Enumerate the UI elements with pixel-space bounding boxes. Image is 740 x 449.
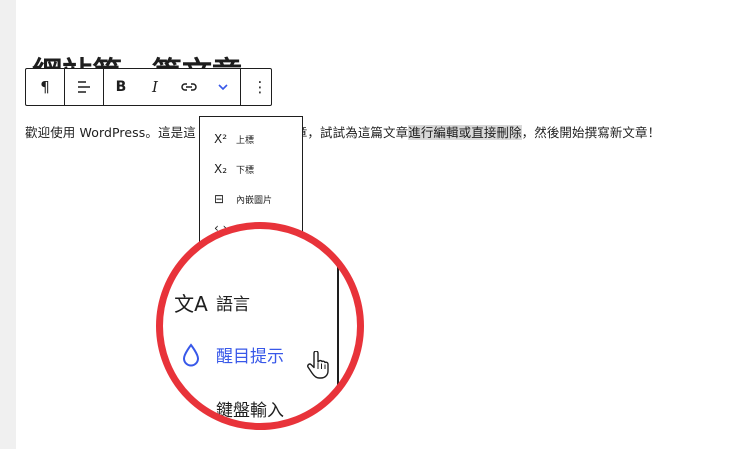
menu-item-subscript[interactable]: X₂ 下標 <box>214 162 254 176</box>
paragraph-selected-text[interactable]: 進行編輯或直接刪除 <box>408 125 522 140</box>
options-button[interactable]: ⋮ <box>241 69 279 105</box>
more-vertical-icon: ⋮ <box>252 78 268 96</box>
align-left-icon <box>78 81 90 93</box>
link-icon <box>181 83 197 91</box>
align-button[interactable] <box>65 69 103 105</box>
menu-item-highlight[interactable]: 醒目提示 <box>178 342 284 367</box>
toolbar-group-block-type: ¶ <box>26 69 65 105</box>
bold-icon: B <box>115 79 127 95</box>
zoom-magnifier: 註腳 文A 語言 醒目提示 ☐ 鍵盤輸入 <box>162 228 358 424</box>
block-toolbar: ¶ B I ⋮ <box>25 68 272 106</box>
superscript-icon: X² <box>214 132 228 146</box>
menu-item-inline-image[interactable]: ⊟ 內嵌圖片 <box>214 192 272 206</box>
link-button[interactable] <box>172 69 206 105</box>
italic-button[interactable]: I <box>138 69 172 105</box>
pilcrow-icon: ¶ <box>40 78 50 96</box>
hand-pointer-icon <box>307 351 329 379</box>
menu-item-label: 上標 <box>236 135 255 146</box>
subscript-icon: X₂ <box>214 162 228 176</box>
toolbar-group-options: ⋮ <box>241 69 279 105</box>
menu-item-footnote[interactable]: 註腳 <box>176 228 208 246</box>
toolbar-group-align <box>65 69 104 105</box>
droplet-icon <box>178 342 204 367</box>
toolbar-group-format: B I <box>104 69 241 105</box>
keyboard-icon: ☐ <box>182 396 200 421</box>
paragraph-block-button[interactable]: ¶ <box>26 69 64 105</box>
paragraph-text-after: ，然後開始撰寫新文章！ <box>521 125 661 140</box>
menu-item-keyboard-input[interactable]: ☐ 鍵盤輸入 <box>178 396 284 422</box>
menu-item-label: 下標 <box>236 165 255 176</box>
chevron-down-icon <box>218 84 228 91</box>
inline-image-icon: ⊟ <box>214 192 225 206</box>
menu-item-language[interactable]: 文A 語言 <box>174 288 250 317</box>
menu-item-label: 語言 <box>216 295 250 315</box>
language-icon: 文A <box>174 292 208 316</box>
menu-edge <box>337 228 339 424</box>
menu-item-label: 鍵盤輸入 <box>216 401 284 421</box>
paragraph-text-before: 歡迎使用 WordPress。這是這 <box>25 125 196 140</box>
editor-left-strip <box>0 0 16 449</box>
menu-item-superscript[interactable]: X² 上標 <box>214 132 254 146</box>
menu-item-label: 內嵌圖片 <box>236 195 273 206</box>
paragraph-text-middle: 章，試試為這篇文章 <box>294 125 409 140</box>
post-paragraph[interactable]: 歡迎使用 WordPress。這是這 章，試試為這篇文章進行編輯或直接刪除，然後開… <box>25 122 660 141</box>
menu-item-label: 醒目提示 <box>216 347 284 367</box>
more-rich-text-controls-button[interactable] <box>206 69 240 105</box>
bold-button[interactable]: B <box>104 69 138 105</box>
italic-icon: I <box>152 78 158 96</box>
